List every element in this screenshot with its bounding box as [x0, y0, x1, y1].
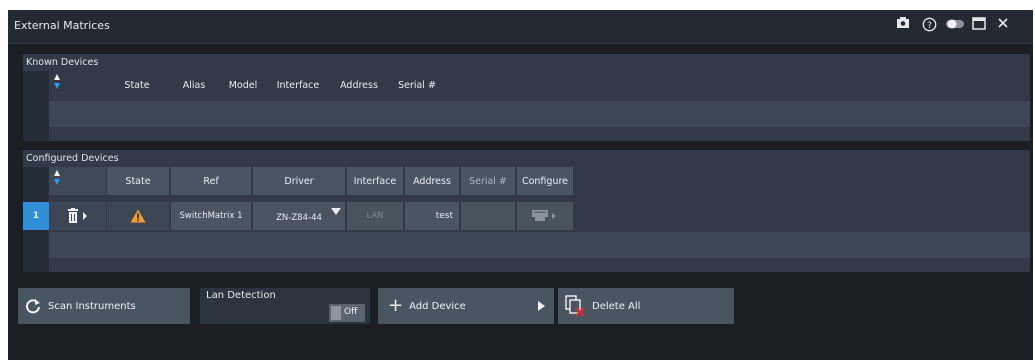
- refresh-icon: [26, 299, 40, 314]
- driver-select[interactable]: ZN-Z84-44: [253, 202, 345, 230]
- external-matrices-window: External Matrices ? Known Devices State …: [8, 10, 1033, 360]
- configured-col-address[interactable]: Address: [405, 167, 459, 195]
- lan-detection-group: Lan Detection Off: [200, 288, 370, 324]
- configure-device-icon: [532, 210, 556, 221]
- help-icon[interactable]: ?: [920, 17, 938, 35]
- known-col-state[interactable]: State: [107, 71, 167, 99]
- close-icon[interactable]: [994, 17, 1012, 35]
- warning-icon: [130, 209, 146, 223]
- window-title: External Matrices: [14, 19, 110, 32]
- sort-toggle[interactable]: [49, 167, 106, 195]
- known-col-alias[interactable]: Alias: [169, 71, 219, 99]
- configured-col-interface[interactable]: Interface: [347, 167, 403, 195]
- configured-col-ref[interactable]: Ref: [171, 167, 251, 195]
- delete-all-button[interactable]: Delete All: [558, 288, 734, 324]
- known-devices-title: Known Devices: [26, 57, 99, 68]
- sort-down-icon: [54, 179, 60, 185]
- lan-detection-value: Off: [344, 307, 358, 317]
- configure-cell[interactable]: [517, 202, 573, 230]
- camera-icon[interactable]: [894, 17, 912, 35]
- trash-icon[interactable]: [67, 208, 89, 224]
- toggle-icon[interactable]: [946, 17, 964, 35]
- row-index[interactable]: 1: [23, 202, 49, 230]
- chevron-right-icon: [538, 301, 545, 311]
- delete-row-cell[interactable]: [49, 202, 106, 230]
- toggle-knob: [331, 306, 341, 320]
- scan-instruments-label: Scan Instruments: [48, 300, 136, 312]
- known-devices-empty-row: [49, 101, 1030, 127]
- sort-toggle[interactable]: [49, 71, 106, 99]
- configured-col-driver[interactable]: Driver: [253, 167, 345, 195]
- configured-devices-panel: Configured Devices State Ref Driver Inte…: [23, 150, 1030, 272]
- configured-devices-title: Configured Devices: [26, 153, 119, 164]
- sort-up-icon: [54, 74, 60, 80]
- serial-field: [461, 202, 515, 230]
- svg-text:?: ?: [927, 21, 932, 31]
- interface-field: LAN: [347, 202, 403, 230]
- delete-all-icon: [565, 295, 585, 317]
- configured-devices-empty-row: [49, 232, 1030, 258]
- known-col-serial[interactable]: Serial #: [389, 71, 445, 99]
- known-col-address[interactable]: Address: [331, 71, 387, 99]
- known-devices-panel: Known Devices State Alias Model Interfac…: [23, 54, 1030, 141]
- scan-instruments-button[interactable]: Scan Instruments: [18, 288, 190, 324]
- known-col-model[interactable]: Model: [221, 71, 265, 99]
- lan-detection-toggle[interactable]: Off: [329, 304, 365, 322]
- lan-detection-label: Lan Detection: [206, 290, 276, 301]
- ref-field[interactable]: SwitchMatrix 1: [171, 202, 251, 230]
- sort-down-icon: [54, 83, 60, 89]
- driver-value: ZN-Z84-44: [276, 213, 322, 223]
- row-header-column: [23, 71, 49, 141]
- configured-col-serial[interactable]: Serial #: [461, 167, 515, 195]
- delete-all-label: Delete All: [592, 300, 641, 312]
- known-col-interface[interactable]: Interface: [267, 71, 329, 99]
- sort-up-icon: [54, 170, 60, 176]
- add-device-button[interactable]: + Add Device: [378, 288, 554, 324]
- title-bar: External Matrices ?: [8, 10, 1033, 44]
- configured-col-state[interactable]: State: [107, 167, 169, 195]
- configured-col-configure[interactable]: Configure: [517, 167, 573, 195]
- dropdown-arrow-icon: [331, 208, 341, 215]
- plus-icon: +: [388, 295, 404, 316]
- warning-state-cell: [107, 202, 169, 230]
- maximize-icon[interactable]: [970, 17, 988, 35]
- add-device-label: Add Device: [409, 300, 466, 312]
- address-field[interactable]: test: [405, 202, 459, 230]
